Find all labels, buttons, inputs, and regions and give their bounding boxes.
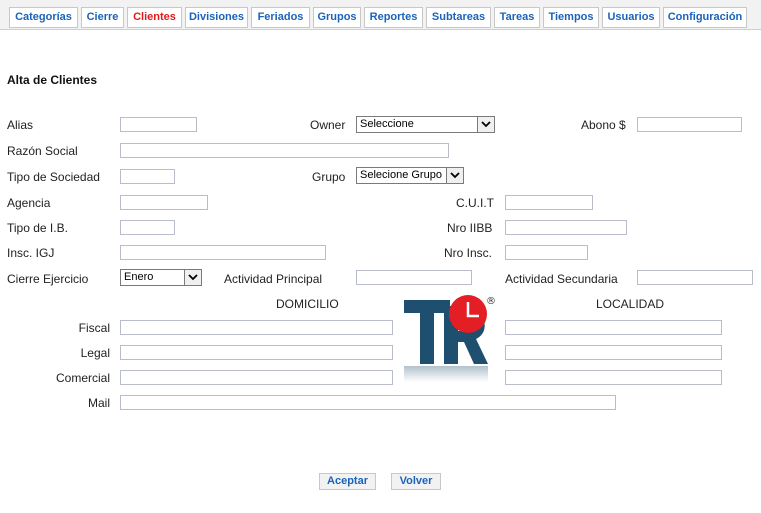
fiscal-domicilio-input[interactable] (120, 320, 393, 335)
tipo-ib-input[interactable] (120, 220, 175, 235)
nro-insc-input[interactable] (505, 245, 588, 260)
tab-subtareas[interactable]: Subtareas (426, 7, 491, 28)
cuit-label: C.U.I.T (456, 196, 494, 210)
nro-insc-label: Nro Insc. (444, 246, 493, 260)
tr-logo: ® (400, 292, 500, 384)
tab-reportes[interactable]: Reportes (364, 7, 423, 28)
insc-igj-label: Insc. IGJ (7, 246, 55, 260)
comercial-localidad-input[interactable] (505, 370, 722, 385)
nro-iibb-input[interactable] (505, 220, 627, 235)
chevron-down-icon (477, 117, 494, 132)
actividad-secundaria-label: Actividad Secundaria (505, 272, 618, 286)
owner-label: Owner (310, 118, 346, 132)
tab-divisiones[interactable]: Divisiones (185, 7, 248, 28)
tab-cierre[interactable]: Cierre (81, 7, 124, 28)
grupo-select-value: Selecione Grupo (360, 169, 442, 181)
tab-usuarios[interactable]: Usuarios (602, 7, 660, 28)
legal-label: Legal (80, 346, 110, 360)
abono-input[interactable] (637, 117, 742, 132)
grupo-select[interactable]: Selecione Grupo (356, 167, 464, 184)
grupo-label: Grupo (312, 170, 346, 184)
comercial-label: Comercial (55, 371, 110, 385)
alias-label: Alias (7, 118, 34, 132)
razon-social-label: Razón Social (7, 144, 78, 158)
tab-tareas[interactable]: Tareas (494, 7, 540, 28)
actividad-principal-input[interactable] (356, 270, 472, 285)
owner-select[interactable]: Seleccione (356, 116, 495, 133)
page-title: Alta de Clientes (7, 73, 98, 87)
tab-clientes[interactable]: Clientes (127, 7, 182, 28)
cuit-input[interactable] (505, 195, 593, 210)
tipo-ib-label: Tipo de I.B. (7, 221, 68, 235)
comercial-domicilio-input[interactable] (120, 370, 393, 385)
nro-iibb-label: Nro IIBB (447, 221, 493, 235)
tab-bar: Categorías Cierre Clientes Divisiones Fe… (0, 0, 761, 30)
tab-tiempos[interactable]: Tiempos (543, 7, 599, 28)
tab-grupos[interactable]: Grupos (313, 7, 361, 28)
chevron-down-icon (184, 270, 201, 285)
aceptar-button[interactable]: Aceptar (319, 473, 376, 490)
cierre-ejercicio-label: Cierre Ejercicio (7, 272, 89, 286)
fiscal-localidad-input[interactable] (505, 320, 722, 335)
chevron-down-icon (446, 168, 463, 183)
tab-feriados[interactable]: Feriados (251, 7, 310, 28)
fiscal-label: Fiscal (78, 321, 110, 335)
legal-localidad-input[interactable] (505, 345, 722, 360)
volver-button[interactable]: Volver (391, 473, 441, 490)
agencia-input[interactable] (120, 195, 208, 210)
cierre-select-value: Enero (124, 271, 154, 283)
legal-domicilio-input[interactable] (120, 345, 393, 360)
cierre-ejercicio-select[interactable]: Enero (120, 269, 202, 286)
insc-igj-input[interactable] (120, 245, 326, 260)
mail-label: Mail (87, 396, 110, 410)
razon-social-input[interactable] (120, 143, 449, 158)
mail-input[interactable] (120, 395, 616, 410)
localidad-header: LOCALIDAD (596, 297, 665, 311)
alias-input[interactable] (120, 117, 197, 132)
registered-mark: ® (486, 296, 496, 307)
abono-label: Abono $ (581, 118, 626, 132)
actividad-secundaria-input[interactable] (637, 270, 753, 285)
actividad-principal-label: Actividad Principal (224, 272, 323, 286)
domicilio-header: DOMICILIO (276, 297, 339, 311)
tipo-sociedad-label: Tipo de Sociedad (7, 170, 100, 184)
tab-configuracion[interactable]: Configuración (663, 7, 747, 28)
tipo-sociedad-input[interactable] (120, 169, 175, 184)
agencia-label: Agencia (7, 196, 51, 210)
owner-select-value: Seleccione (360, 118, 414, 130)
tab-categorias[interactable]: Categorías (9, 7, 78, 28)
